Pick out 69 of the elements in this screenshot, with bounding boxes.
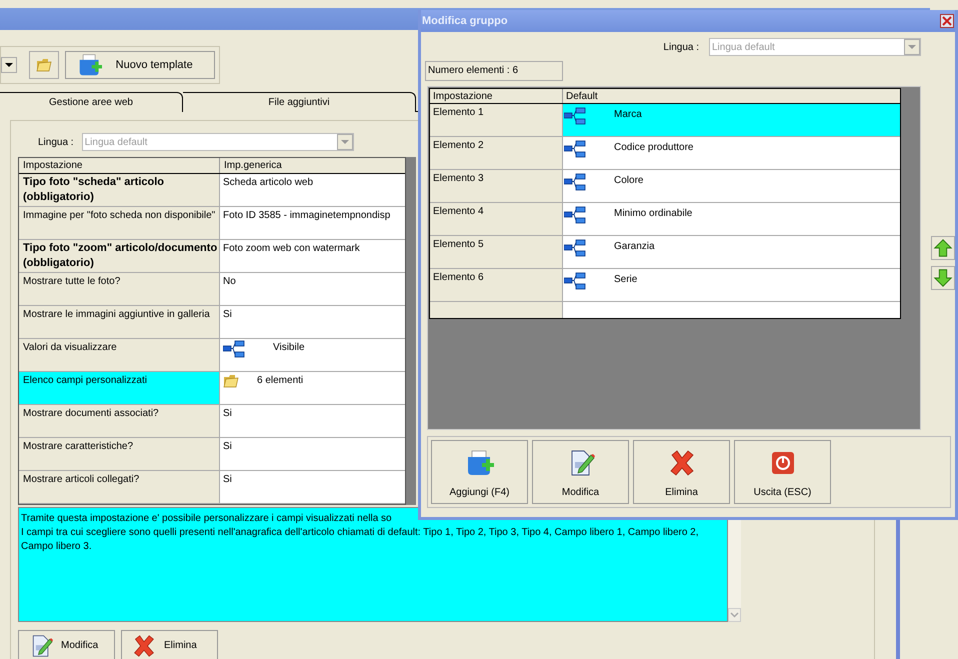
table-cell[interactable]: Tipo foto "scheda" articolo (obbligatorio) xyxy=(19,174,220,206)
cell-text: Garanzia xyxy=(614,240,655,254)
table-cell[interactable]: Elenco campi personalizzati xyxy=(19,372,220,404)
up-arrow-icon[interactable] xyxy=(931,236,955,260)
table-cell[interactable]: Elemento 2 xyxy=(430,137,563,169)
add-box-icon xyxy=(78,53,102,77)
table-cell[interactable]: No xyxy=(223,274,236,289)
table-cell[interactable]: Mostrare le immagini aggiuntive in galleria xyxy=(19,306,220,338)
table-cell[interactable]: Foto ID 3585 - immaginetempnondisp xyxy=(223,208,390,223)
cell-text: Colore xyxy=(614,174,644,188)
cell-text: Codice produttore xyxy=(614,141,694,155)
table-cell[interactable]: Si xyxy=(223,472,232,487)
element-count: Numero elementi : 6 xyxy=(425,61,563,81)
table-cell[interactable]: Si xyxy=(223,307,232,322)
hierarchy-icon xyxy=(564,206,586,224)
column-header[interactable]: Impostazione xyxy=(430,89,563,103)
add-box-icon xyxy=(466,449,494,477)
table-cell[interactable]: Visibile xyxy=(273,340,304,355)
table-cell[interactable]: Elemento 1 xyxy=(430,104,563,136)
cell-text: Serie xyxy=(614,273,638,287)
hierarchy-icon xyxy=(564,107,586,125)
edit-button[interactable]: Modifica xyxy=(18,630,115,659)
language-label: Lingua : xyxy=(38,136,74,150)
table-cell[interactable]: Elemento 5 xyxy=(430,236,563,268)
cell-text: Marca xyxy=(614,108,642,122)
folder-icon xyxy=(36,57,52,73)
folder-icon xyxy=(223,373,239,389)
table-cell[interactable]: 6 elementi xyxy=(257,373,304,388)
description-area[interactable]: Tramite questa impostazione e' possibile personalizzare i campi visualizzati nella so I campi tra cui scegliere sono quelli presenti nell'anagrafica dell'articolo chiamati di default: Tipo 1, Tipo 2, Tipo 3, Tipo 4, Campo libero 1, Campo libero 2, Campo libero 3. xyxy=(18,507,728,622)
column-header[interactable]: Imp.generica xyxy=(220,158,405,173)
table-cell[interactable]: Scheda articolo web xyxy=(223,175,314,190)
table-cell[interactable]: Marca xyxy=(563,104,900,136)
table-cell[interactable]: Elemento 4 xyxy=(430,203,563,235)
hierarchy-icon xyxy=(564,272,586,290)
table-cell[interactable]: Immagine per "foto scheda non disponibile" xyxy=(19,207,220,239)
table-cell[interactable]: Mostrare documenti associati? xyxy=(19,405,220,437)
table-cell[interactable]: Tipo foto "zoom" articolo/documento (obbligatorio) xyxy=(19,240,220,272)
down-arrow-icon[interactable] xyxy=(931,266,955,290)
edit-button[interactable]: Modifica xyxy=(532,440,629,504)
delete-x-icon xyxy=(132,634,156,658)
add-button[interactable]: Aggiungi (F4) xyxy=(431,440,528,504)
folder-button[interactable] xyxy=(29,51,59,79)
cell-text: Minimo ordinabile xyxy=(614,207,692,221)
hierarchy-icon xyxy=(564,239,586,257)
scroll-down-icon[interactable] xyxy=(728,608,741,622)
delete-x-icon xyxy=(668,449,696,477)
table-cell[interactable]: Foto zoom web con watermark xyxy=(223,241,360,256)
column-header[interactable]: Default xyxy=(563,89,900,103)
table-cell[interactable]: Valori da visualizzare xyxy=(19,339,220,371)
tab[interactable]: Gestione aree web xyxy=(0,92,183,112)
table-cell[interactable]: Mostrare caratteristiche? xyxy=(19,438,220,470)
table-cell[interactable]: Mostrare articoli collegati? xyxy=(19,471,220,503)
language-label: Lingua : xyxy=(663,40,699,54)
table-cell[interactable]: Elemento 3 xyxy=(430,170,563,202)
close-icon[interactable] xyxy=(940,14,954,28)
column-header[interactable]: Impostazione xyxy=(19,158,220,173)
delete-button[interactable]: Elimina xyxy=(633,440,730,504)
dialog-title: Modifica gruppo xyxy=(422,14,508,29)
hierarchy-icon xyxy=(564,173,586,191)
hierarchy-icon xyxy=(564,140,586,158)
tab[interactable]: File aggiuntivi xyxy=(183,92,416,112)
hierarchy-icon xyxy=(223,340,245,358)
exit-button[interactable]: Uscita (ESC) xyxy=(734,440,831,504)
delete-button[interactable]: Elimina xyxy=(121,630,218,659)
table-cell[interactable]: Elemento 6 xyxy=(430,269,563,301)
table-cell[interactable]: Mostrare tutte le foto? xyxy=(19,273,220,305)
table-cell[interactable]: Si xyxy=(223,439,232,454)
new-template-button[interactable]: Nuovo template xyxy=(64,51,215,79)
table-cell[interactable]: Si xyxy=(223,406,232,421)
